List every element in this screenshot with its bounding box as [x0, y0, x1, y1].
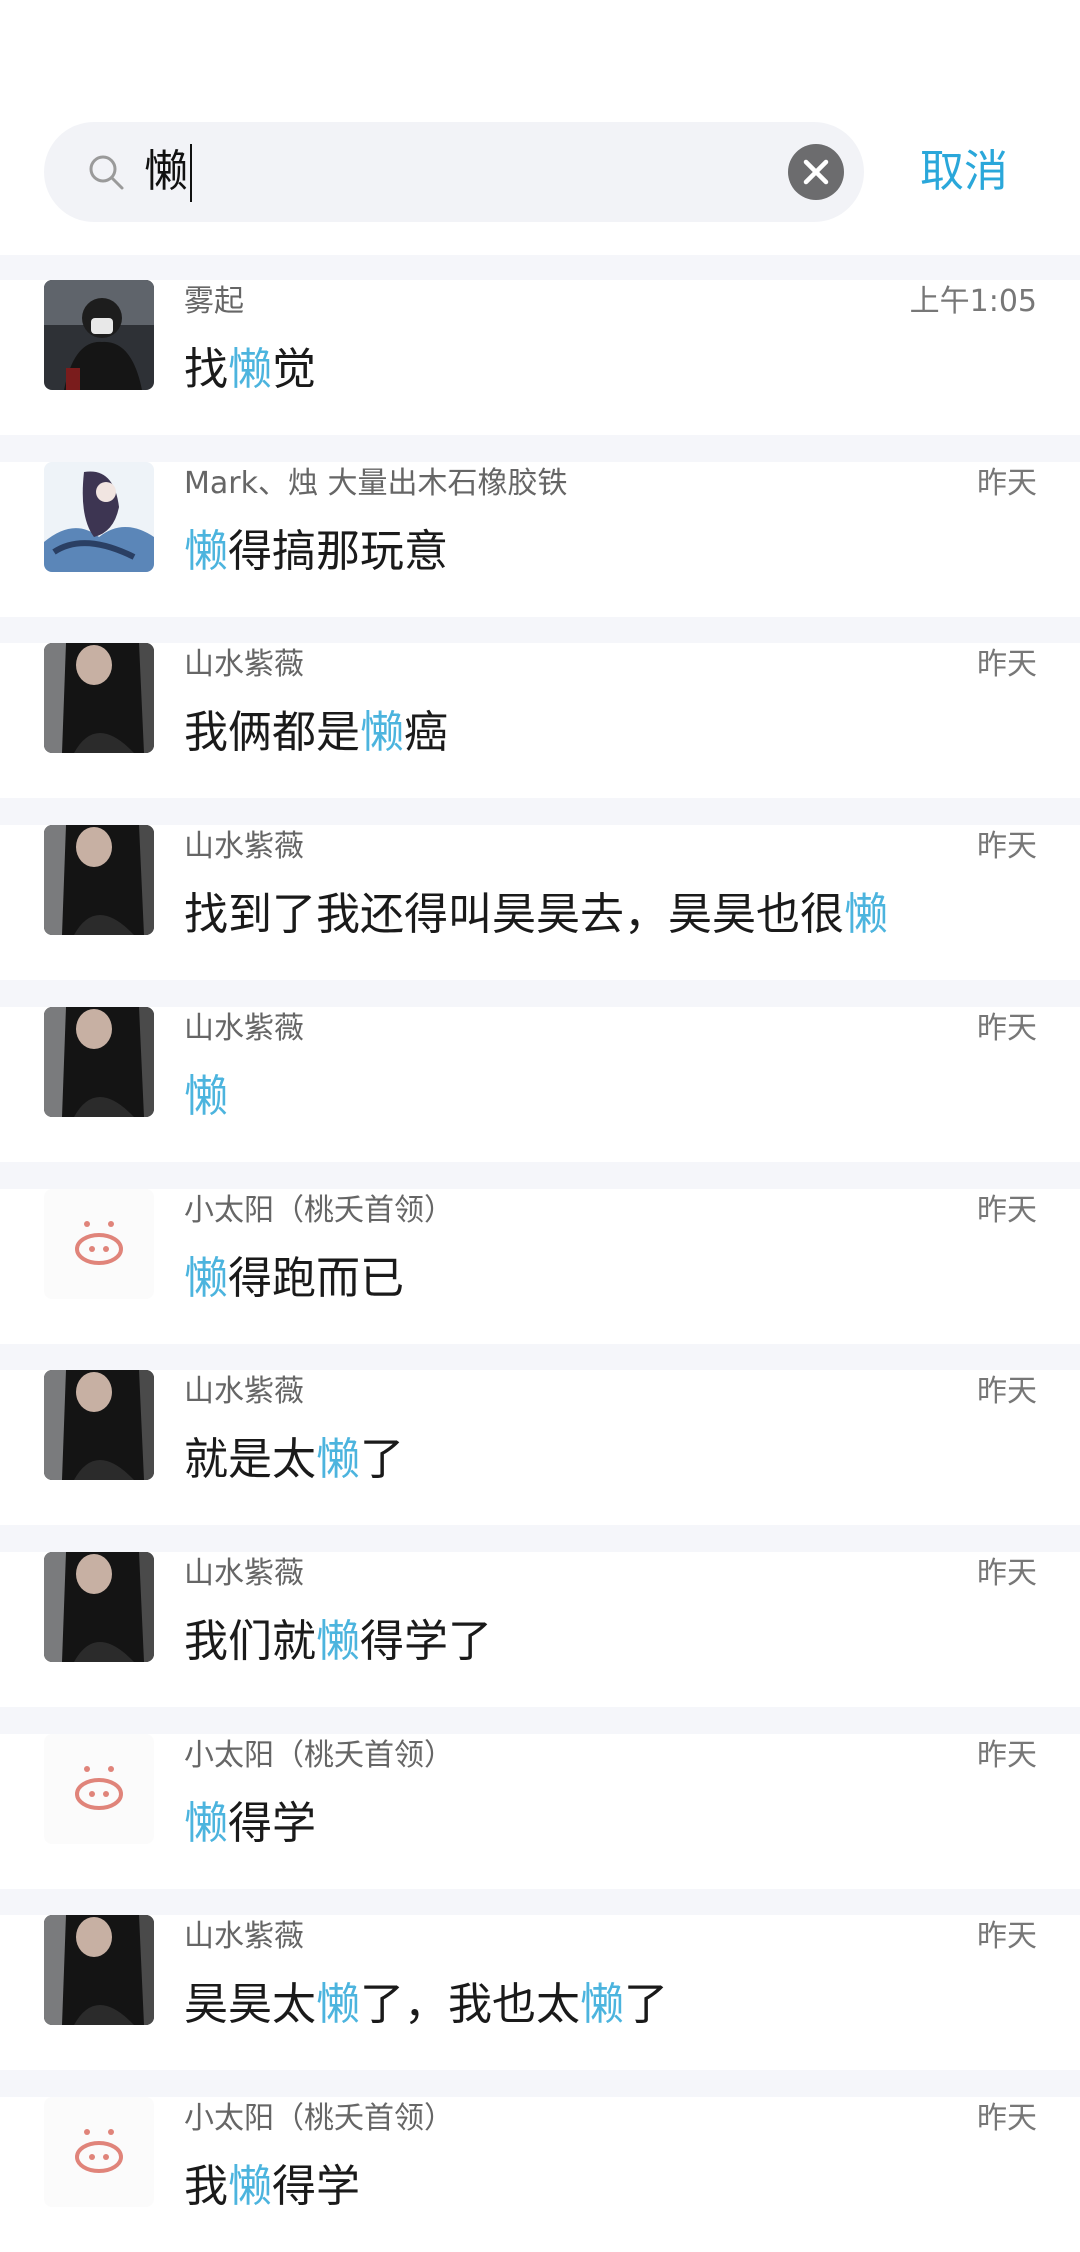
highlighted-keyword: 懒	[360, 707, 404, 758]
avatar[interactable]	[44, 825, 154, 935]
avatar[interactable]	[44, 280, 154, 390]
message-snippet: 找到了我还得叫昊昊去，昊昊也很懒	[184, 885, 888, 945]
cancel-button[interactable]: 取消	[920, 140, 1008, 204]
sender-name: 山水紫薇	[184, 1374, 304, 1409]
message-time: 昨天	[977, 466, 1037, 501]
search-result-row[interactable]: 山水紫薇 昨天 昊昊太懒了，我也太懒了	[0, 1915, 1080, 2070]
sender-name: 山水紫薇	[184, 647, 304, 682]
message-time: 昨天	[977, 829, 1037, 864]
message-time: 昨天	[977, 1374, 1037, 1409]
sender-name: 山水紫薇	[184, 1011, 304, 1046]
search-result-row[interactable]: 山水紫薇 昨天我们就懒得学了	[0, 1552, 1080, 1707]
search-result-row[interactable]: 山水紫薇 昨天懒	[0, 1007, 1080, 1162]
search-result-row[interactable]: 山水紫薇 昨天就是太懒了	[0, 1370, 1080, 1525]
search-header: 懒 取消	[0, 0, 1080, 255]
message-snippet: 懒得跑而已	[184, 1249, 404, 1309]
clear-search-button[interactable]	[788, 144, 844, 200]
message-time: 昨天	[977, 1193, 1037, 1228]
sender-name: 小太阳（桃夭首领）	[184, 1738, 454, 1773]
highlighted-keyword: 懒	[184, 1798, 228, 1849]
search-result-row[interactable]: 雾起 上午1:05 找懒觉	[0, 280, 1080, 435]
search-icon	[89, 155, 124, 190]
message-text: 昊昊太	[184, 1979, 316, 2030]
highlighted-keyword: 懒	[184, 1253, 228, 1304]
search-result-row[interactable]: 山水紫薇 昨天找到了我还得叫昊昊去，昊昊也很懒	[0, 825, 1080, 980]
sender-name: 山水紫薇	[184, 1556, 304, 1591]
message-snippet: 懒得学	[184, 1794, 316, 1854]
message-time: 昨天	[977, 1011, 1037, 1046]
highlighted-keyword: 懒	[580, 1979, 624, 2030]
message-text: 癌	[404, 707, 448, 758]
search-result-row[interactable]: 小太阳（桃夭首领） 昨天懒得跑而已	[0, 1189, 1080, 1344]
message-time: 上午1:05	[909, 284, 1037, 319]
message-time: 昨天	[977, 1738, 1037, 1773]
search-input[interactable]: 懒	[144, 144, 188, 200]
highlighted-keyword: 懒	[316, 1434, 360, 1485]
avatar[interactable]	[44, 643, 154, 753]
avatar[interactable]	[44, 1189, 154, 1299]
message-snippet: 就是太懒了	[184, 1430, 404, 1490]
highlighted-keyword: 懒	[316, 1616, 360, 1667]
avatar[interactable]	[44, 1734, 154, 1844]
message-time: 昨天	[977, 2101, 1037, 2136]
sender-name: 雾起	[184, 284, 244, 319]
sender-name: 山水紫薇	[184, 829, 304, 864]
message-time: 昨天	[977, 647, 1037, 682]
message-text: 了	[624, 1979, 668, 2030]
message-text: 了	[360, 1434, 404, 1485]
message-time: 昨天	[977, 1556, 1037, 1591]
message-snippet: 昊昊太懒了，我也太懒了	[184, 1975, 668, 2035]
message-text: 我	[184, 2161, 228, 2212]
message-snippet: 我懒得学	[184, 2157, 360, 2217]
avatar[interactable]	[44, 2097, 154, 2207]
message-snippet: 我俩都是懒癌	[184, 703, 448, 763]
avatar[interactable]	[44, 1007, 154, 1117]
close-icon	[803, 159, 829, 185]
highlighted-keyword: 懒	[228, 2161, 272, 2212]
message-snippet: 找懒觉	[184, 340, 316, 400]
message-text: 找到了我还得叫昊昊去，昊昊也很	[184, 889, 844, 940]
search-box[interactable]: 懒	[44, 122, 864, 222]
search-result-row[interactable]: 小太阳（桃夭首领） 昨天我懒得学	[0, 2097, 1080, 2252]
highlighted-keyword: 懒	[844, 889, 888, 940]
message-time: 昨天	[977, 1919, 1037, 1954]
message-text: 我俩都是	[184, 707, 360, 758]
avatar[interactable]	[44, 1915, 154, 2025]
message-text: 就是太	[184, 1434, 316, 1485]
highlighted-keyword: 懒	[184, 1071, 228, 1122]
search-result-row[interactable]: 山水紫薇 昨天我俩都是懒癌	[0, 643, 1080, 798]
message-text: 得学	[228, 1798, 316, 1849]
search-result-row[interactable]: Mark、烛 大量出木石橡胶铁 昨天懒得搞那玩意	[0, 462, 1080, 617]
avatar[interactable]	[44, 1552, 154, 1662]
highlighted-keyword: 懒	[228, 344, 272, 395]
sender-name: 小太阳（桃夭首领）	[184, 1193, 454, 1228]
message-text: 得跑而已	[228, 1253, 404, 1304]
message-text: 得学	[272, 2161, 360, 2212]
message-text: 找	[184, 344, 228, 395]
message-snippet: 我们就懒得学了	[184, 1612, 492, 1672]
message-snippet: 懒	[184, 1067, 228, 1127]
text-cursor	[190, 144, 192, 202]
sender-name: Mark、烛 大量出木石橡胶铁	[184, 466, 568, 501]
message-text: 觉	[272, 344, 316, 395]
highlighted-keyword: 懒	[316, 1979, 360, 2030]
sender-name: 小太阳（桃夭首领）	[184, 2101, 454, 2136]
search-result-row[interactable]: 小太阳（桃夭首领） 昨天懒得学	[0, 1734, 1080, 1889]
avatar[interactable]	[44, 1370, 154, 1480]
message-text: 得搞那玩意	[228, 526, 448, 577]
sender-name: 山水紫薇	[184, 1919, 304, 1954]
highlighted-keyword: 懒	[184, 526, 228, 577]
message-text: 得学了	[360, 1616, 492, 1667]
message-text: 我们就	[184, 1616, 316, 1667]
avatar[interactable]	[44, 462, 154, 572]
message-text: 了，我也太	[360, 1979, 580, 2030]
message-snippet: 懒得搞那玩意	[184, 522, 448, 582]
